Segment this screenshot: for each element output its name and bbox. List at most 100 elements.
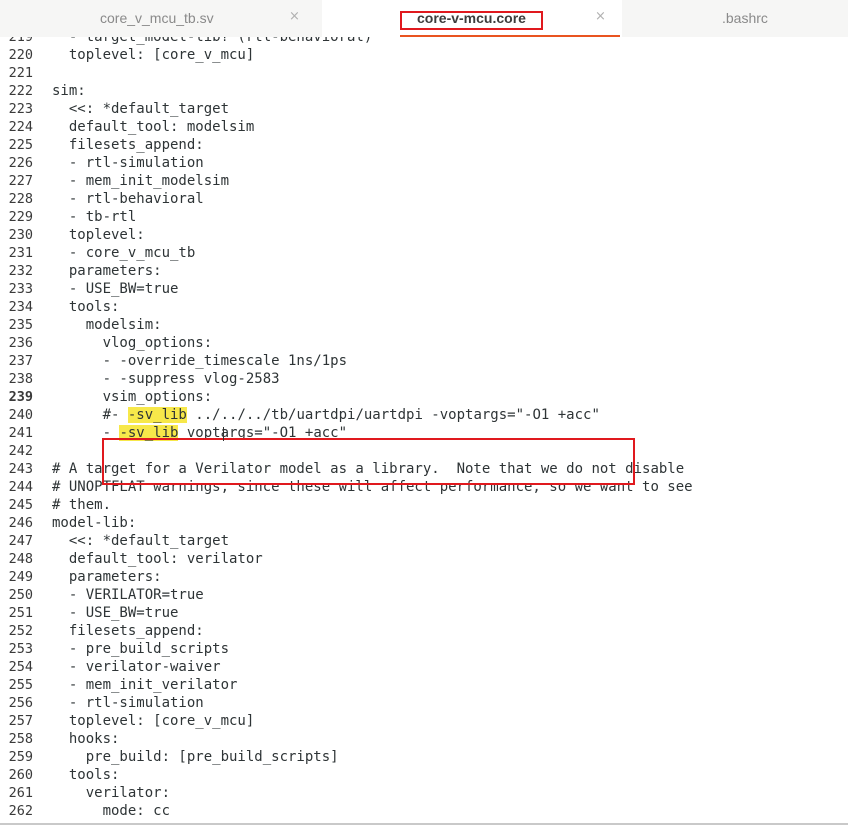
code-text: vsim_options: (52, 389, 213, 405)
code-line[interactable]: 231 - core_v_mcu_tb (0, 244, 848, 262)
code-text: - USE_BW=true (52, 605, 179, 621)
tab-bar: core_v_mcu_tb.sv × core-v-mcu.core × .ba… (0, 0, 848, 38)
line-number: 261 (8, 785, 33, 801)
code-line[interactable]: 227 - mem_init_modelsim (0, 172, 848, 190)
line-number: 230 (8, 227, 33, 243)
code-line[interactable]: 235 modelsim: (0, 316, 848, 334)
code-line[interactable]: 233 - USE_BW=true (0, 280, 848, 298)
code-suffix: ../../../tb/uartdpi/uartdpi -voptargs="-… (186, 407, 600, 423)
line-number: 223 (8, 101, 33, 117)
code-line[interactable]: 248 default_tool: verilator (0, 550, 848, 568)
code-line[interactable]: 257 toplevel: [core_v_mcu] (0, 712, 848, 730)
tab-core-v-mcu-tb-sv[interactable]: core_v_mcu_tb.sv × (0, 0, 322, 37)
code-line[interactable]: 228 - rtl-behavioral (0, 190, 848, 208)
code-line[interactable]: 262 mode: cc (0, 802, 848, 820)
code-text: default_tool: verilator (52, 551, 263, 567)
code-text: vlog_options: (52, 335, 213, 351)
code-text: modelsim: (52, 317, 162, 333)
code-line[interactable]: 225 filesets_append: (0, 136, 848, 154)
code-editor[interactable]: 219 - target_model-lib? (rtl-behavioral)… (0, 37, 848, 823)
code-line[interactable]: 252 filesets_append: (0, 622, 848, 640)
text-cursor (223, 427, 224, 441)
code-text: mode: cc (52, 803, 171, 819)
line-number: 251 (8, 605, 33, 621)
code-text: - rtl-simulation (52, 155, 204, 171)
line-number: 242 (8, 443, 33, 459)
line-number: 233 (8, 281, 33, 297)
code-line[interactable]: 240 #- -sv_lib ../../../tb/uartdpi/uartd… (0, 406, 848, 424)
code-text: tools: (52, 299, 120, 315)
close-icon[interactable]: × (289, 9, 300, 24)
code-line[interactable]: 237 - -override_timescale 1ns/1ps (0, 352, 848, 370)
code-line[interactable]: 239 vsim_options: (0, 388, 848, 406)
code-line[interactable]: 221 (0, 64, 848, 82)
code-text: model-lib: (52, 515, 137, 531)
line-number: 235 (8, 317, 33, 333)
line-number: 256 (8, 695, 33, 711)
code-line[interactable]: 222 sim: (0, 82, 848, 100)
code-line[interactable]: 230 toplevel: (0, 226, 848, 244)
line-number: 222 (8, 83, 33, 99)
code-text: <<: *default_target (52, 101, 230, 117)
line-number: 253 (8, 641, 33, 657)
code-line[interactable]: 246 model-lib: (0, 514, 848, 532)
code-line[interactable]: 250 - VERILATOR=true (0, 586, 848, 604)
code-line[interactable]: 261 verilator: (0, 784, 848, 802)
code-text: - -suppress vlog-2583 (52, 371, 280, 387)
tab-core-v-mcu-core[interactable]: core-v-mcu.core × (322, 0, 622, 37)
code-line[interactable]: 247 <<: *default_target (0, 532, 848, 550)
line-number: 246 (8, 515, 33, 531)
code-line[interactable]: 234 tools: (0, 298, 848, 316)
code-line[interactable]: 220 toplevel: [core_v_mcu] (0, 46, 848, 64)
code-line[interactable]: 254 - verilator-waiver (0, 658, 848, 676)
code-line[interactable]: 245 # them. (0, 496, 848, 514)
line-number: 234 (8, 299, 33, 315)
line-number: 257 (8, 713, 33, 729)
code-text: parameters: (52, 263, 162, 279)
line-number: 229 (8, 209, 33, 225)
tab-bashrc[interactable]: .bashrc (622, 0, 848, 37)
code-line[interactable]: 253 - pre_build_scripts (0, 640, 848, 658)
line-number: 227 (8, 173, 33, 189)
code-line[interactable]: 219 - target_model-lib? (rtl-behavioral) (0, 37, 848, 46)
code-line[interactable]: 224 default_tool: modelsim (0, 118, 848, 136)
code-line[interactable]: 229 - tb-rtl (0, 208, 848, 226)
line-number: 228 (8, 191, 33, 207)
code-line[interactable]: 259 pre_build: [pre_build_scripts] (0, 748, 848, 766)
line-number: 226 (8, 155, 33, 171)
code-line[interactable]: 256 - rtl-simulation (0, 694, 848, 712)
code-line[interactable]: 258 hooks: (0, 730, 848, 748)
code-text: default_tool: modelsim (52, 119, 255, 135)
line-number: 255 (8, 677, 33, 693)
line-list: 219 - target_model-lib? (rtl-behavioral)… (0, 37, 848, 820)
line-number: 241 (8, 425, 33, 441)
code-text: - USE_BW=true (52, 281, 179, 297)
code-text: sim: (52, 83, 86, 99)
line-number: 231 (8, 245, 33, 261)
code-line[interactable]: 236 vlog_options: (0, 334, 848, 352)
code-line[interactable]: 255 - mem_init_verilator (0, 676, 848, 694)
code-text: pre_build: [pre_build_scripts] (52, 749, 339, 765)
code-text: - rtl-simulation (52, 695, 204, 711)
code-line[interactable]: 249 parameters: (0, 568, 848, 586)
code-text: - mem_init_verilator (52, 677, 238, 693)
line-number: 252 (8, 623, 33, 639)
line-number: 260 (8, 767, 33, 783)
code-line[interactable]: 238 - -suppress vlog-2583 (0, 370, 848, 388)
line-number: 248 (8, 551, 33, 567)
close-icon[interactable]: × (595, 9, 606, 24)
code-prefix: #- (52, 407, 128, 423)
code-line[interactable]: 260 tools: (0, 766, 848, 784)
line-number: 219 (8, 37, 33, 45)
line-number: 258 (8, 731, 33, 747)
annotation-box (102, 438, 635, 485)
code-line[interactable]: 226 - rtl-simulation (0, 154, 848, 172)
code-line[interactable]: 251 - USE_BW=true (0, 604, 848, 622)
line-number: 225 (8, 137, 33, 153)
code-line[interactable]: 223 <<: *default_target (0, 100, 848, 118)
code-text: toplevel: [core_v_mcu] (52, 47, 255, 63)
code-text: #- -sv_lib ../../../tb/uartdpi/uartdpi -… (52, 406, 600, 424)
tab-label: core_v_mcu_tb.sv (100, 10, 214, 26)
code-text: - core_v_mcu_tb (52, 245, 196, 261)
code-line[interactable]: 232 parameters: (0, 262, 848, 280)
